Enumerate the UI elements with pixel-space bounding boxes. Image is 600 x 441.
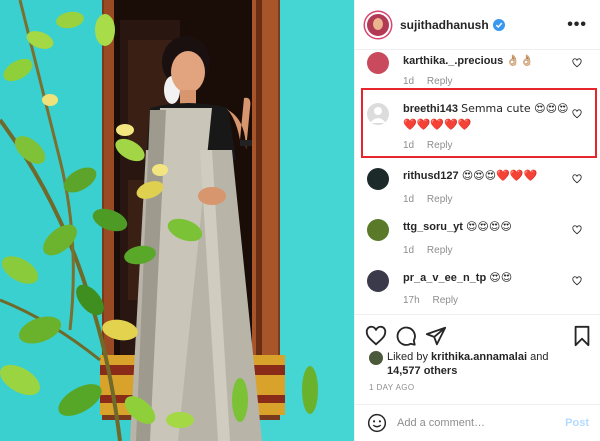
comment-item: rithusd127 😍😍😍❤️❤️❤️ 1d Reply [355, 162, 600, 214]
likes-text: Liked by krithika.annamalai and 14,577 o… [369, 350, 594, 378]
smiley-icon[interactable] [367, 413, 387, 433]
comment-like-icon[interactable] [572, 276, 582, 286]
comment-username[interactable]: rithusd127 [403, 170, 459, 182]
photo-canvas [0, 0, 354, 441]
heart-outline-icon[interactable] [365, 325, 387, 347]
comment-body: pr_a_v_ee_n_tp 😍😍 [403, 270, 583, 286]
commenter-avatar[interactable] [367, 103, 389, 125]
liker-username[interactable]: krithika.annamalai [431, 351, 527, 363]
comment-text: 😍😍 [489, 271, 513, 284]
comment-meta: 1d Reply [403, 140, 462, 151]
comment-body: karthika._.precious 👌🏼👌🏼 [403, 53, 583, 69]
post-action-bar [355, 314, 600, 354]
default-avatar-icon [370, 107, 386, 123]
commenter-avatar[interactable] [367, 168, 389, 190]
comment-meta: 17h Reply [403, 295, 468, 306]
verified-badge-icon [492, 18, 505, 31]
comment-like-icon[interactable] [572, 174, 582, 184]
paper-plane-icon[interactable] [425, 325, 447, 347]
comment-body: breethi143 Semma cute 😍😍😍 ❤️❤️❤️❤️❤️ [403, 101, 583, 133]
reply-button[interactable]: Reply [427, 245, 453, 256]
comment-like-icon[interactable] [572, 109, 582, 119]
comments-list[interactable]: karthika._.precious 👌🏼👌🏼 1d Reply breeth… [355, 40, 600, 313]
more-options-icon[interactable]: ••• [567, 16, 587, 34]
post-button[interactable]: Post [565, 417, 589, 429]
comment-time[interactable]: 1d [403, 76, 414, 87]
comment-input[interactable] [397, 417, 547, 429]
comment-body: ttg_soru_yt 😍😍😍😍 [403, 219, 583, 235]
comment-username[interactable]: ttg_soru_yt [403, 221, 463, 233]
likes-others-link[interactable]: 14,577 others [387, 365, 457, 377]
likes-summary: Liked by krithika.annamalai and 14,577 o… [369, 350, 594, 378]
comment-time[interactable]: 1d [403, 194, 414, 205]
reply-button[interactable]: Reply [427, 194, 453, 205]
comment-item-highlighted: breethi143 Semma cute 😍😍😍 ❤️❤️❤️❤️❤️ 1d … [355, 92, 600, 156]
comment-like-icon[interactable] [572, 225, 582, 235]
comment-composer: Post [355, 404, 600, 441]
comment-text: 👌🏼👌🏼 [506, 54, 534, 67]
commenter-avatar[interactable] [367, 270, 389, 292]
post-photo[interactable] [0, 0, 354, 441]
comment-bubble-icon[interactable] [395, 325, 417, 347]
comment-time[interactable]: 17h [403, 295, 420, 306]
comment-username[interactable]: breethi143 [403, 103, 458, 115]
comment-text: 😍😍😍❤️❤️❤️ [461, 169, 538, 182]
comment-meta: 1d Reply [403, 194, 462, 205]
comment-meta: 1d Reply [403, 245, 462, 256]
reply-button[interactable]: Reply [432, 295, 458, 306]
commenter-avatar[interactable] [367, 219, 389, 241]
bookmark-icon[interactable] [571, 325, 593, 347]
comment-item: ttg_soru_yt 😍😍😍😍 1d Reply [355, 210, 600, 262]
liker-avatar[interactable] [369, 351, 383, 365]
comment-like-icon[interactable] [572, 58, 582, 68]
comment-item: pr_a_v_ee_n_tp 😍😍 17h Reply [355, 262, 600, 313]
commenter-avatar[interactable] [367, 52, 389, 74]
reply-button[interactable]: Reply [427, 140, 453, 151]
comment-time[interactable]: 1d [403, 140, 414, 151]
comment-username[interactable]: pr_a_v_ee_n_tp [403, 272, 486, 284]
likes-joiner: and [530, 351, 549, 363]
comment-meta: 1d Reply [403, 76, 462, 87]
comment-body: rithusd127 😍😍😍❤️❤️❤️ [403, 168, 583, 184]
comment-time[interactable]: 1d [403, 245, 414, 256]
author-avatar[interactable] [365, 11, 391, 38]
comment-text: 😍😍😍😍 [465, 220, 512, 233]
post-timestamp[interactable]: 1 DAY AGO [369, 383, 415, 392]
comment-username[interactable]: karthika._.precious [403, 55, 503, 67]
likes-prefix: Liked by [387, 351, 428, 363]
author-username-row: sujithadhanush [400, 18, 505, 32]
reply-button[interactable]: Reply [427, 76, 453, 87]
author-username[interactable]: sujithadhanush [400, 18, 489, 32]
comment-item: karthika._.precious 👌🏼👌🏼 1d Reply [355, 40, 600, 92]
post-side-panel: sujithadhanush ••• karthika._.precious 👌… [354, 0, 600, 441]
